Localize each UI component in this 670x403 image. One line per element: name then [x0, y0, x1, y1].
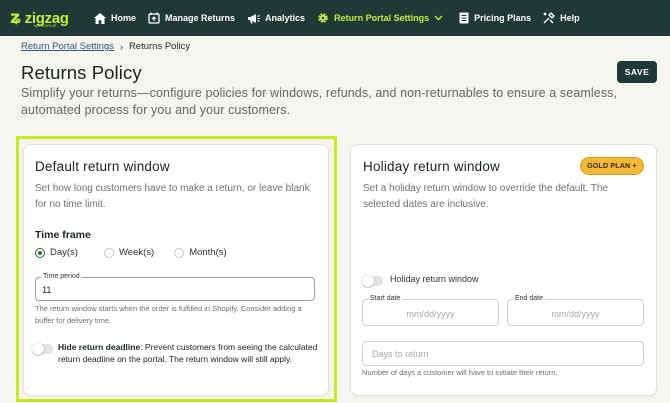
nav-label-analytics: Analytics — [265, 13, 306, 23]
nav-item-help[interactable]: Help — [537, 0, 586, 36]
timeframe-label: Time frame — [35, 229, 91, 241]
card-description-holiday-window: Set a holiday return window to override … — [363, 183, 608, 210]
start-date-input[interactable]: Start date mm/dd/yyyy — [362, 294, 499, 326]
days-to-return-input[interactable]: Days to return — [362, 341, 644, 366]
start-date-placeholder: mm/dd/yyyy — [406, 309, 455, 319]
end-date-placeholder: mm/dd/yyyy — [551, 309, 600, 319]
default-return-window-card: Default return window Set how long custo… — [23, 144, 329, 396]
days-to-return-helper: Number of days a customer will have to i… — [362, 368, 558, 377]
holiday-window-toggle[interactable] — [362, 275, 383, 287]
save-button[interactable]: SAVE — [617, 61, 657, 83]
timeframe-radio-group: Day(s) Week(s) Month(s) — [35, 247, 243, 258]
time-period-input[interactable]: Time period 11 — [35, 272, 315, 301]
chevron-right-icon: › — [119, 41, 123, 52]
card-description-default-window: Set how long customers have to make a re… — [35, 183, 310, 210]
time-period-label: Time period — [41, 272, 82, 282]
radio-days[interactable]: Day(s) — [35, 247, 78, 258]
gear-icon — [318, 13, 328, 23]
radio-circle — [174, 247, 185, 258]
nav-item-pricing-plans[interactable]: Pricing Plans — [453, 0, 537, 36]
megaphone-icon — [248, 13, 260, 23]
time-period-value: 11 — [42, 285, 52, 295]
chevron-down-icon — [434, 15, 443, 21]
tools-help-icon — [543, 12, 556, 24]
breadcrumb-link-return-portal-settings[interactable]: Return Portal Settings — [21, 41, 114, 52]
holiday-toggle-label: Holiday return window — [390, 274, 479, 284]
radio-weeks[interactable]: Week(s) — [103, 247, 155, 258]
radio-circle-checked — [35, 247, 45, 258]
hide-deadline-text: Hide return deadline: Prevent customers … — [58, 341, 318, 365]
radio-label-days: Day(s) — [50, 247, 78, 258]
returns-box-icon — [148, 12, 160, 24]
page-title: Returns Policy — [21, 62, 142, 83]
page-description: Simplify your returns—configure policies… — [21, 86, 618, 117]
holiday-return-window-card: Holiday return window GOLD PLAN + Set a … — [350, 144, 657, 396]
nav-label-help: Help — [560, 13, 580, 23]
gold-plan-badge[interactable]: GOLD PLAN + — [580, 157, 644, 175]
list-document-icon — [459, 12, 469, 24]
time-period-helper: The return window starts when the order … — [35, 304, 302, 325]
nav-label-return-portal-settings: Return Portal Settings — [334, 13, 430, 23]
hide-deadline-label: Hide return deadline — [58, 342, 141, 352]
hide-deadline-toggle[interactable] — [32, 343, 53, 355]
brand-logo[interactable]: ʑ zigzag by RESOLVE — [10, 0, 86, 36]
nav-label-pricing-plans: Pricing Plans — [474, 13, 532, 23]
card-title-default-window: Default return window — [35, 159, 170, 174]
zigzag-logo-icon: ʑ — [10, 7, 22, 28]
nav-item-manage-returns[interactable]: Manage Returns — [142, 0, 241, 36]
days-to-return-placeholder: Days to return — [372, 349, 429, 359]
top-nav: ʑ zigzag by RESOLVE Home Manage Returns … — [0, 0, 670, 36]
breadcrumb: Return Portal Settings › Returns Policy — [21, 41, 190, 52]
card-title-holiday-window: Holiday return window — [363, 159, 501, 174]
radio-label-weeks: Week(s) — [118, 247, 155, 258]
end-date-label: End date — [513, 294, 546, 304]
brand-sub: by RESOLVE — [34, 24, 57, 28]
nav-item-return-portal-settings[interactable]: Return Portal Settings — [311, 0, 449, 36]
nav-item-home[interactable]: Home — [88, 0, 142, 36]
home-icon — [94, 12, 106, 24]
end-date-input[interactable]: End date mm/dd/yyyy — [507, 294, 644, 326]
radio-months[interactable]: Month(s) — [174, 247, 227, 258]
breadcrumb-current: Returns Policy — [128, 41, 191, 52]
nav-item-analytics[interactable]: Analytics — [241, 0, 311, 36]
radio-label-months: Month(s) — [189, 247, 227, 258]
start-date-label: Start date — [368, 294, 403, 304]
nav-label-manage-returns: Manage Returns — [165, 13, 236, 23]
nav-label-home: Home — [111, 13, 137, 23]
radio-circle — [103, 247, 114, 258]
